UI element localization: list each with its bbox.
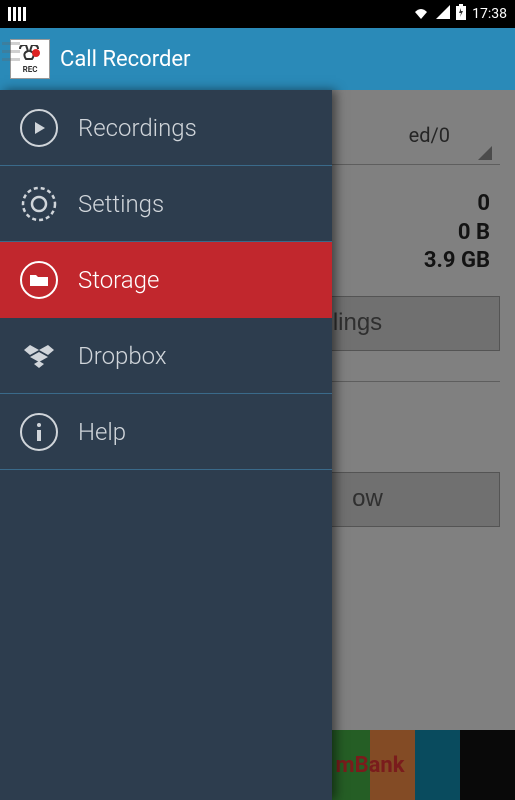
drawer-item-recordings[interactable]: Recordings: [0, 90, 332, 166]
status-right: 17:38: [412, 4, 507, 24]
battery-icon: [456, 4, 466, 24]
drawer-label: Help: [78, 418, 126, 446]
play-icon: [18, 107, 60, 149]
nav-drawer: Recordings Settings Storage Dropbox: [0, 90, 332, 800]
signal-icon: [436, 5, 450, 23]
folder-icon: [18, 259, 60, 301]
dropbox-icon: [18, 335, 60, 377]
spinner-text: ed/0: [409, 123, 450, 147]
drawer-label: Storage: [78, 266, 159, 294]
ad-text: mBank: [336, 753, 405, 778]
drawer-label: Recordings: [78, 114, 197, 142]
status-bar: 17:38: [0, 0, 515, 28]
gear-icon: [18, 183, 60, 225]
menu-icon[interactable]: [2, 42, 20, 61]
drawer-item-dropbox[interactable]: Dropbox: [0, 318, 332, 394]
app-title: Call Recorder: [60, 47, 191, 72]
drawer-item-storage[interactable]: Storage: [0, 242, 332, 318]
action-bar: REC Call Recorder: [0, 28, 515, 90]
drawer-item-settings[interactable]: Settings: [0, 166, 332, 242]
drawer-item-help[interactable]: Help: [0, 394, 332, 470]
drawer-label: Settings: [78, 190, 164, 218]
info-icon: [18, 411, 60, 453]
drawer-label: Dropbox: [78, 342, 167, 370]
wifi-icon: [412, 5, 430, 23]
status-left: [8, 7, 26, 21]
status-time: 17:38: [472, 6, 507, 22]
